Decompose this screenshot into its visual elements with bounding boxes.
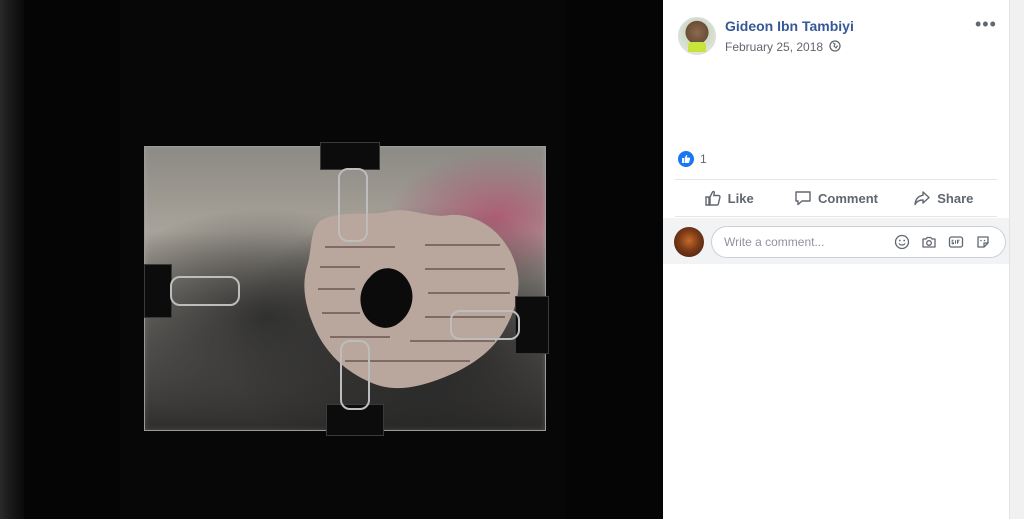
share-label: Share — [937, 190, 974, 206]
reaction-count: 1 — [700, 152, 707, 166]
speech-bubble-icon — [795, 191, 811, 206]
photo-theater — [0, 0, 663, 519]
binder-clip-top — [320, 142, 380, 170]
binder-clip-right — [515, 296, 549, 354]
clip-handle-bottom — [340, 340, 370, 410]
gif-icon[interactable] — [948, 234, 964, 250]
post-actions-bar: Like Comment Share — [675, 180, 997, 216]
previous-image-edge — [0, 0, 24, 519]
comment-box[interactable] — [711, 226, 1006, 258]
author-name[interactable]: Gideon Ibn Tambiyi — [725, 18, 854, 34]
post-options-button[interactable]: ••• — [975, 14, 997, 35]
smiley-icon[interactable] — [894, 234, 910, 250]
camera-icon[interactable] — [921, 234, 937, 250]
comment-composer — [663, 218, 1009, 264]
post-photo[interactable] — [120, 0, 565, 519]
clip-handle-left — [170, 276, 240, 306]
post-date[interactable]: February 25, 2018 — [725, 40, 823, 54]
clip-handle-right — [450, 310, 520, 340]
share-button[interactable]: Share — [890, 180, 997, 216]
like-label: Like — [727, 190, 754, 206]
comment-label: Comment — [818, 190, 878, 206]
post-side-panel: Gideon Ibn Tambiyi February 25, 2018 •••… — [663, 0, 1009, 519]
share-arrow-icon — [914, 191, 930, 206]
comment-button[interactable]: Comment — [782, 180, 889, 216]
comment-input[interactable] — [722, 227, 896, 257]
binder-clip-left — [144, 264, 172, 318]
author-avatar[interactable] — [678, 17, 716, 55]
page-scrollbar[interactable] — [1009, 0, 1024, 519]
thumbs-up-icon — [704, 190, 721, 206]
globe-icon — [829, 40, 841, 52]
like-reaction-icon — [678, 151, 694, 167]
sticker-icon[interactable] — [975, 234, 991, 250]
papyrus-fragment — [304, 210, 519, 389]
clip-handle-top — [338, 168, 368, 242]
viewer-avatar[interactable] — [674, 227, 704, 257]
reactions-summary[interactable]: 1 — [678, 151, 707, 167]
divider-bottom — [675, 216, 997, 217]
like-button[interactable]: Like — [675, 180, 782, 216]
